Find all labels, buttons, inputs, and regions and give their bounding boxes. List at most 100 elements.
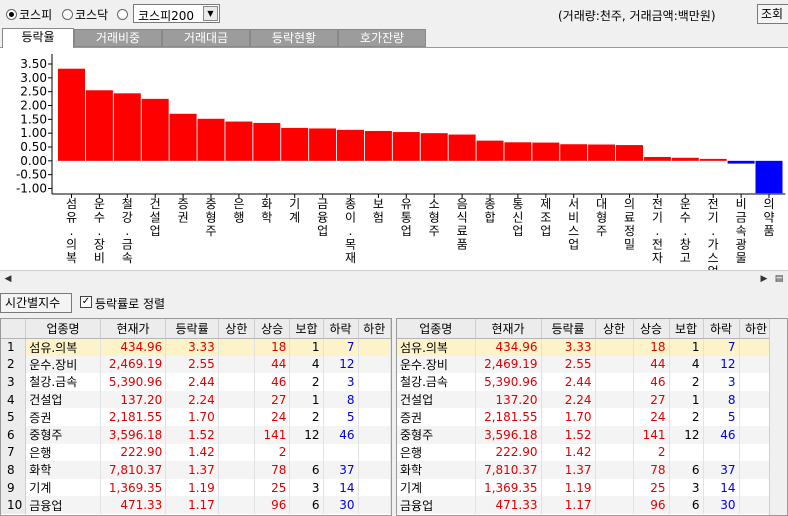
table-row[interactable]: 5 증권 2,181.55 1.70 24 2 5: [1, 408, 391, 426]
table-row[interactable]: 10 금융업 471.33 1.17 96 6 30: [1, 496, 391, 514]
cell-up: 96: [254, 496, 291, 514]
table-row[interactable]: 1 섬유.의복 434.96 3.33 18 1 7: [1, 338, 391, 356]
cell-price: 3,596.18: [100, 425, 167, 444]
column-header[interactable]: 하한: [358, 319, 391, 339]
tab-status[interactable]: 등락현황: [250, 29, 338, 47]
table-row[interactable]: 철강.금속 5,390.96 2.44 46 2 3: [397, 373, 774, 391]
column-header[interactable]: 현재가: [475, 319, 542, 339]
table-row[interactable]: 7 은행 222.90 1.42 2: [1, 443, 391, 462]
query-button[interactable]: 조회: [757, 4, 788, 24]
bar: [671, 157, 699, 161]
cell-rate: 3.33: [165, 338, 219, 356]
cell-flat: 6: [669, 461, 704, 479]
cell-price: 7,810.37: [100, 461, 167, 479]
cell-price: 2,181.55: [100, 408, 167, 426]
cell-up: 2: [254, 443, 291, 462]
bar: [337, 129, 364, 161]
bar: [532, 142, 560, 161]
column-header[interactable]: 현재가: [100, 319, 167, 339]
column-header[interactable]: 보합: [289, 319, 324, 339]
change-rate-chart: 3.50 3.00 2.50 2.00 1.50 1.00 0.50 0.00 -0.50 -1.…: [0, 48, 788, 279]
cell-lower: [358, 425, 391, 444]
column-header[interactable]: 등락률: [165, 319, 219, 339]
x-tick-label: 건설업: [150, 197, 161, 238]
table-row[interactable]: 중형주 3,596.18 1.52 141 12 46: [397, 425, 774, 444]
sort-checkbox[interactable]: ✓: [80, 296, 92, 308]
table-row[interactable]: 9 기계 1,369.35 1.19 25 3 14: [1, 478, 391, 497]
unit-note: (거래량:천주, 거래금액:백만원): [558, 9, 716, 23]
cell-lower: [358, 443, 391, 462]
table-row[interactable]: 2 운수.장비 2,469.19 2.55 44 4 12: [1, 355, 391, 374]
document-icon[interactable]: ▤: [772, 272, 786, 286]
cell-upper: [218, 338, 255, 356]
x-tick-label: 종이.목재: [345, 197, 356, 265]
kospi-radio[interactable]: 코스피: [6, 7, 52, 22]
tab-change-rate[interactable]: 등락율: [2, 28, 74, 48]
cell-rate: 1.17: [165, 496, 219, 514]
cell-up: 18: [633, 338, 670, 356]
cell-upper: [595, 461, 634, 479]
column-header[interactable]: 업종명: [25, 319, 101, 339]
cell-price: 5,390.96: [100, 373, 167, 391]
column-header[interactable]: 하한: [739, 319, 774, 339]
time-index-button[interactable]: 시간별지수: [0, 293, 72, 313]
table-row[interactable]: 6 중형주 3,596.18 1.52 141 12 46: [1, 425, 391, 444]
kosdaq-radio[interactable]: 코스닥: [62, 7, 108, 22]
column-header[interactable]: 상승: [254, 319, 291, 339]
check-icon: ✓: [81, 296, 91, 307]
x-tick-label: 운수.장비: [94, 197, 105, 265]
cell-name: 화학: [25, 461, 101, 479]
table-vertical-scrollbar[interactable]: [769, 319, 787, 515]
scroll-left-icon[interactable]: ◀: [1, 272, 15, 286]
tab-order-book[interactable]: 호가잔량: [338, 29, 426, 47]
bar: [420, 133, 448, 161]
table-row[interactable]: 증권 2,181.55 1.70 24 2 5: [397, 408, 774, 426]
column-header[interactable]: 상한: [595, 319, 634, 339]
cell-price: 1,369.35: [475, 478, 542, 497]
table-row[interactable]: 섬유.의복 434.96 3.33 18 1 7: [397, 338, 774, 356]
table-row[interactable]: 8 화학 7,810.37 1.37 78 6 37: [1, 461, 391, 479]
cell-up: 78: [254, 461, 291, 479]
sector-grid-right: 업종명 현재가 등락률 상한 상승 보합 하락 하한 섬유.의복 434.96 3.33 18 1 7 운…: [397, 319, 774, 514]
cell-price: 222.90: [475, 443, 542, 462]
table-row[interactable]: 4 건설업 137.20 2.24 27 1 8: [1, 390, 391, 409]
table-row[interactable]: 금융업 471.33 1.17 96 6 30: [397, 496, 774, 514]
tab-trade-value[interactable]: 거래대금: [162, 29, 250, 47]
column-header[interactable]: 하락: [323, 319, 359, 339]
column-header[interactable]: 하락: [703, 319, 740, 339]
y-tick-label: 1.00: [20, 126, 47, 140]
scroll-right-icon[interactable]: ▶: [757, 272, 771, 286]
sort-checkbox-label: 등락률로 정렬: [95, 297, 166, 311]
cell-down: 30: [323, 496, 359, 514]
tab-volume-share[interactable]: 거래비중: [74, 29, 162, 47]
x-tick-label: 유통업: [401, 197, 412, 238]
chart-scrollbar[interactable]: ◀ ▶ ▤: [0, 270, 788, 286]
cell-upper: [218, 443, 255, 462]
x-tick-label: 금융업: [317, 197, 328, 238]
cell-rate: 2.44: [541, 373, 596, 391]
table-row[interactable]: 건설업 137.20 2.24 27 1 8: [397, 390, 774, 409]
column-header[interactable]: 등락률: [541, 319, 596, 339]
cell-name: 기계: [397, 478, 476, 497]
cell-price: 471.33: [475, 496, 542, 514]
cell-down: 12: [323, 355, 359, 374]
column-header[interactable]: 업종명: [397, 319, 476, 339]
cell-rate: 2.44: [165, 373, 219, 391]
table-row[interactable]: 기계 1,369.35 1.19 25 3 14: [397, 478, 774, 497]
x-tick-label: 증권: [178, 197, 189, 225]
bar: [392, 132, 420, 161]
table-row[interactable]: 운수.장비 2,469.19 2.55 44 4 12: [397, 355, 774, 374]
column-header[interactable]: 상승: [633, 319, 670, 339]
chevron-down-icon[interactable]: ▼: [203, 6, 218, 21]
third-radio[interactable]: [117, 7, 130, 21]
cell-flat: 3: [289, 478, 324, 497]
column-header[interactable]: 보합: [669, 319, 704, 339]
column-header[interactable]: 상한: [218, 319, 255, 339]
table-row[interactable]: 3 철강.금속 5,390.96 2.44 46 2 3: [1, 373, 391, 391]
x-tick-label: 대형주: [596, 197, 607, 238]
cell-up: 46: [633, 373, 670, 391]
cell-name: 건설업: [25, 390, 101, 409]
table-row[interactable]: 화학 7,810.37 1.37 78 6 37: [397, 461, 774, 479]
table-row[interactable]: 은행 222.90 1.42 2: [397, 443, 774, 462]
index-select[interactable]: 코스피200 ▼: [133, 4, 220, 23]
